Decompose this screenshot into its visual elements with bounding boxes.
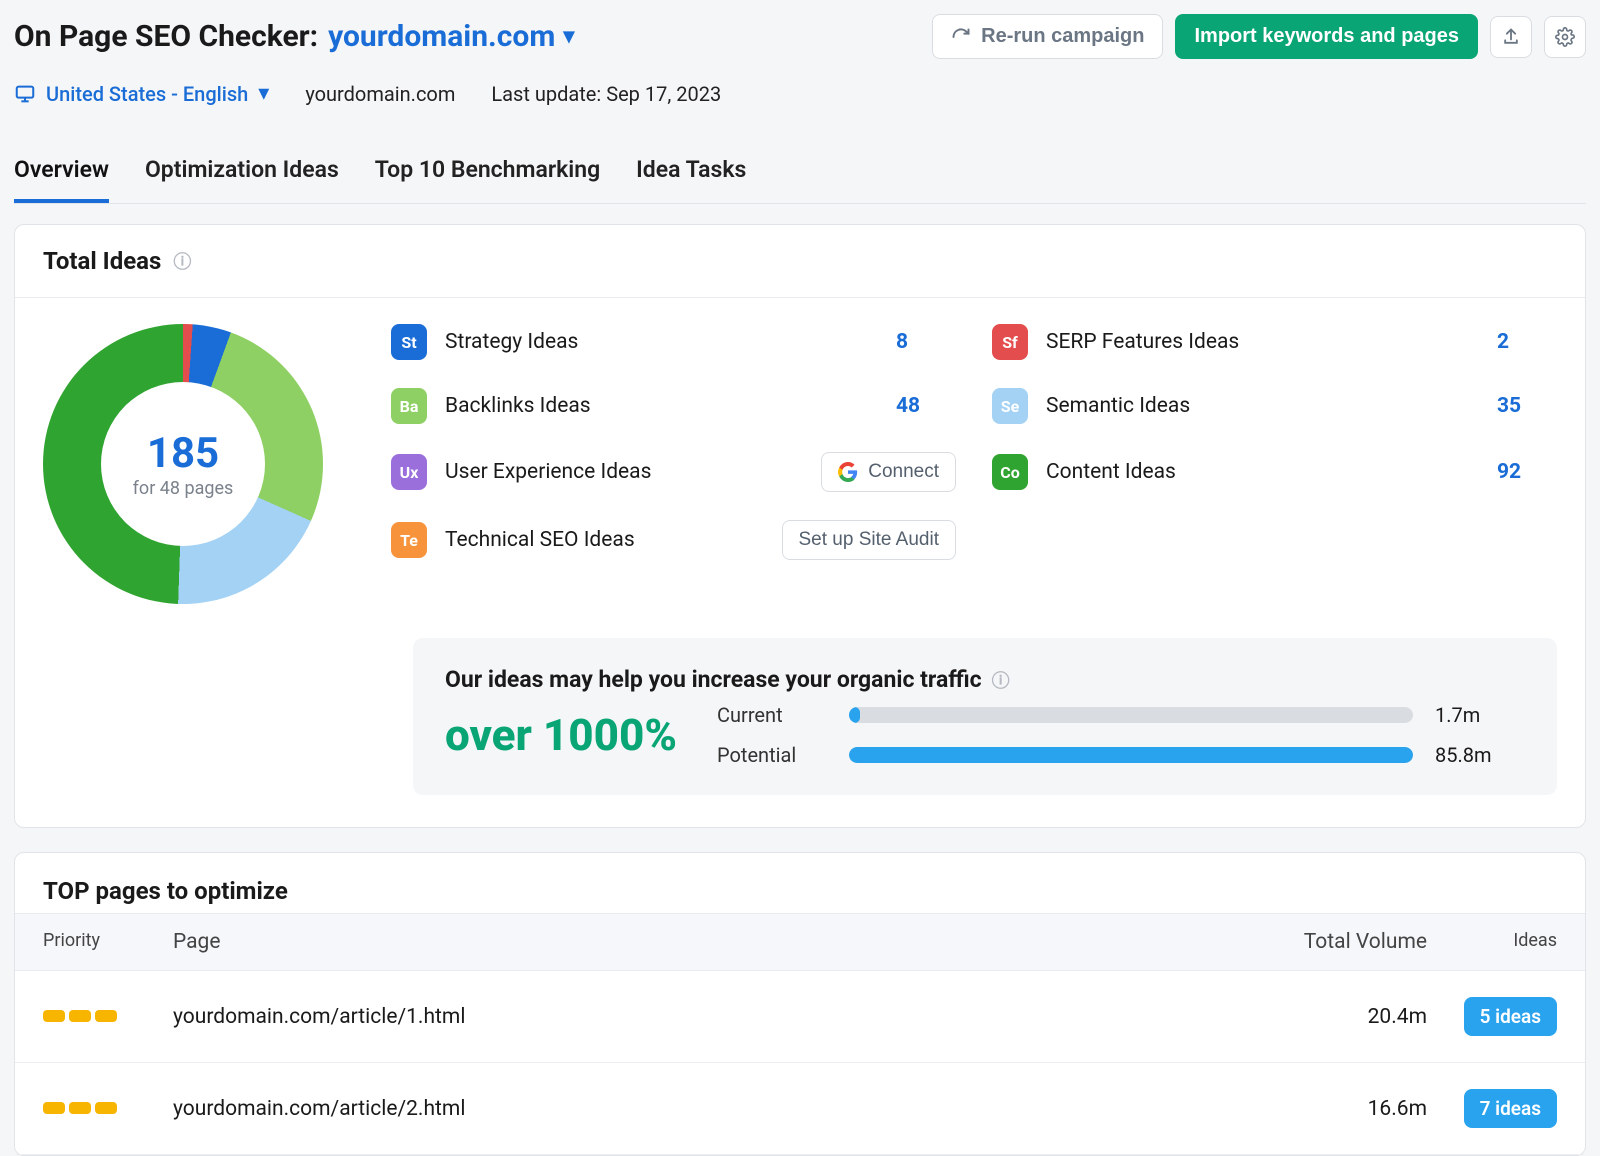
donut-total: 185 [147,429,219,478]
current-label: Current [717,703,827,727]
idea-label: Technical SEO Ideas [445,528,764,552]
col-page: Page [173,930,1257,954]
domain-dropdown[interactable]: yourdomain.com ▾ [328,19,574,54]
info-icon[interactable]: ⓘ [992,667,1010,693]
traffic-title: Our ideas may help you increase your org… [445,666,982,693]
tab-optimization-ideas[interactable]: Optimization Ideas [145,150,339,203]
ideas-pill[interactable]: 7 ideas [1464,1089,1557,1128]
col-ideas: Ideas [1427,930,1557,954]
idea-label: Content Ideas [1046,460,1479,484]
ideas-cell: 5 ideas [1427,997,1557,1036]
idea-badge: Co [992,454,1028,490]
idea-badge: Te [391,522,427,558]
chevron-down-icon: ▾ [563,24,574,49]
import-keywords-button[interactable]: Import keywords and pages [1175,14,1478,59]
refresh-icon [951,27,971,47]
total-volume: 20.4m [1257,1005,1427,1029]
idea-badge: Ux [391,454,427,490]
total-ideas-card: Total Ideas ⓘ 185 for 48 pages St Strateg… [14,224,1586,828]
top-pages-title: TOP pages to optimize [15,853,1585,913]
potential-label: Potential [717,743,827,767]
idea-label: Semantic Ideas [1046,394,1479,418]
title-text: On Page SEO Checker: [14,19,318,54]
col-priority: Priority [43,930,173,954]
import-label: Import keywords and pages [1194,25,1459,48]
idea-category-row: Te Technical SEO Ideas Set up Site Audit [391,520,956,560]
idea-category-row: Ba Backlinks Ideas 48 [391,388,956,424]
rerun-label: Re-run campaign [981,25,1144,48]
table-row: yourdomain.com/article/1.html20.4m 5 idea… [15,971,1585,1063]
idea-badge: Ba [391,388,427,424]
idea-label: SERP Features Ideas [1046,330,1479,354]
tab-bar: Overview Optimization Ideas Top 10 Bench… [14,150,1586,204]
idea-label: Backlinks Ideas [445,394,878,418]
top-pages-card: TOP pages to optimize Priority Page Tota… [14,852,1586,1156]
monitor-icon [14,83,36,105]
rerun-campaign-button[interactable]: Re-run campaign [932,14,1163,59]
idea-badge: Se [992,388,1028,424]
priority-indicator [43,1007,173,1026]
traffic-increase: over 1000% [445,709,677,761]
idea-badge: Sf [992,324,1028,360]
traffic-potential-box: Our ideas may help you increase your org… [413,638,1557,795]
idea-category-row: Se Semantic Ideas 35 [992,388,1557,424]
idea-label: User Experience Ideas [445,460,803,484]
current-bar [849,707,1413,723]
page-url[interactable]: yourdomain.com/article/2.html [173,1097,1257,1121]
domain-text: yourdomain.com [305,82,455,106]
idea-badge: St [391,324,427,360]
tab-overview[interactable]: Overview [14,150,109,203]
export-icon [1501,27,1521,47]
idea-category-row: Ux User Experience Ideas Connect [391,452,956,492]
settings-button[interactable] [1544,16,1586,58]
chevron-down-icon: ▾ [258,81,269,106]
domain-name: yourdomain.com [328,19,555,54]
tab-top10-benchmarking[interactable]: Top 10 Benchmarking [375,150,600,203]
top-pages-header: Priority Page Total Volume Ideas [15,913,1585,971]
table-row: yourdomain.com/article/2.html16.6m 7 idea… [15,1063,1585,1155]
connect-button[interactable]: Connect [821,452,956,492]
current-value: 1.7m [1435,703,1525,727]
potential-bar [849,747,1413,763]
col-volume: Total Volume [1257,930,1427,954]
idea-category-row: Co Content Ideas 92 [992,452,1557,492]
idea-count[interactable]: 8 [896,330,956,354]
idea-count[interactable]: 35 [1497,394,1557,418]
ideas-donut-chart: 185 for 48 pages [43,324,323,604]
last-update: Last update: Sep 17, 2023 [491,82,721,106]
idea-count[interactable]: 2 [1497,330,1557,354]
page-url[interactable]: yourdomain.com/article/1.html [173,1005,1257,1029]
setup-site-audit-button[interactable]: Set up Site Audit [782,520,957,560]
export-button[interactable] [1490,16,1532,58]
google-icon [838,462,858,482]
locale-text: United States - English [46,82,248,106]
action-label: Set up Site Audit [799,529,940,551]
info-icon[interactable]: ⓘ [173,248,191,274]
tab-idea-tasks[interactable]: Idea Tasks [636,150,746,203]
total-ideas-title: Total Ideas [43,247,161,275]
idea-count[interactable]: 92 [1497,460,1557,484]
idea-category-row: St Strategy Ideas 8 [391,324,956,360]
ideas-pill[interactable]: 5 ideas [1464,997,1557,1036]
locale-selector[interactable]: United States - English ▾ [14,81,269,106]
gear-icon [1555,27,1575,47]
page-title: On Page SEO Checker: yourdomain.com ▾ [14,19,574,54]
ideas-cell: 7 ideas [1427,1089,1557,1128]
total-volume: 16.6m [1257,1097,1427,1121]
donut-subtitle: for 48 pages [133,478,234,499]
potential-value: 85.8m [1435,743,1525,767]
idea-category-row: Sf SERP Features Ideas 2 [992,324,1557,360]
idea-label: Strategy Ideas [445,330,878,354]
idea-count[interactable]: 48 [896,394,956,418]
action-label: Connect [868,461,939,483]
priority-indicator [43,1099,173,1118]
